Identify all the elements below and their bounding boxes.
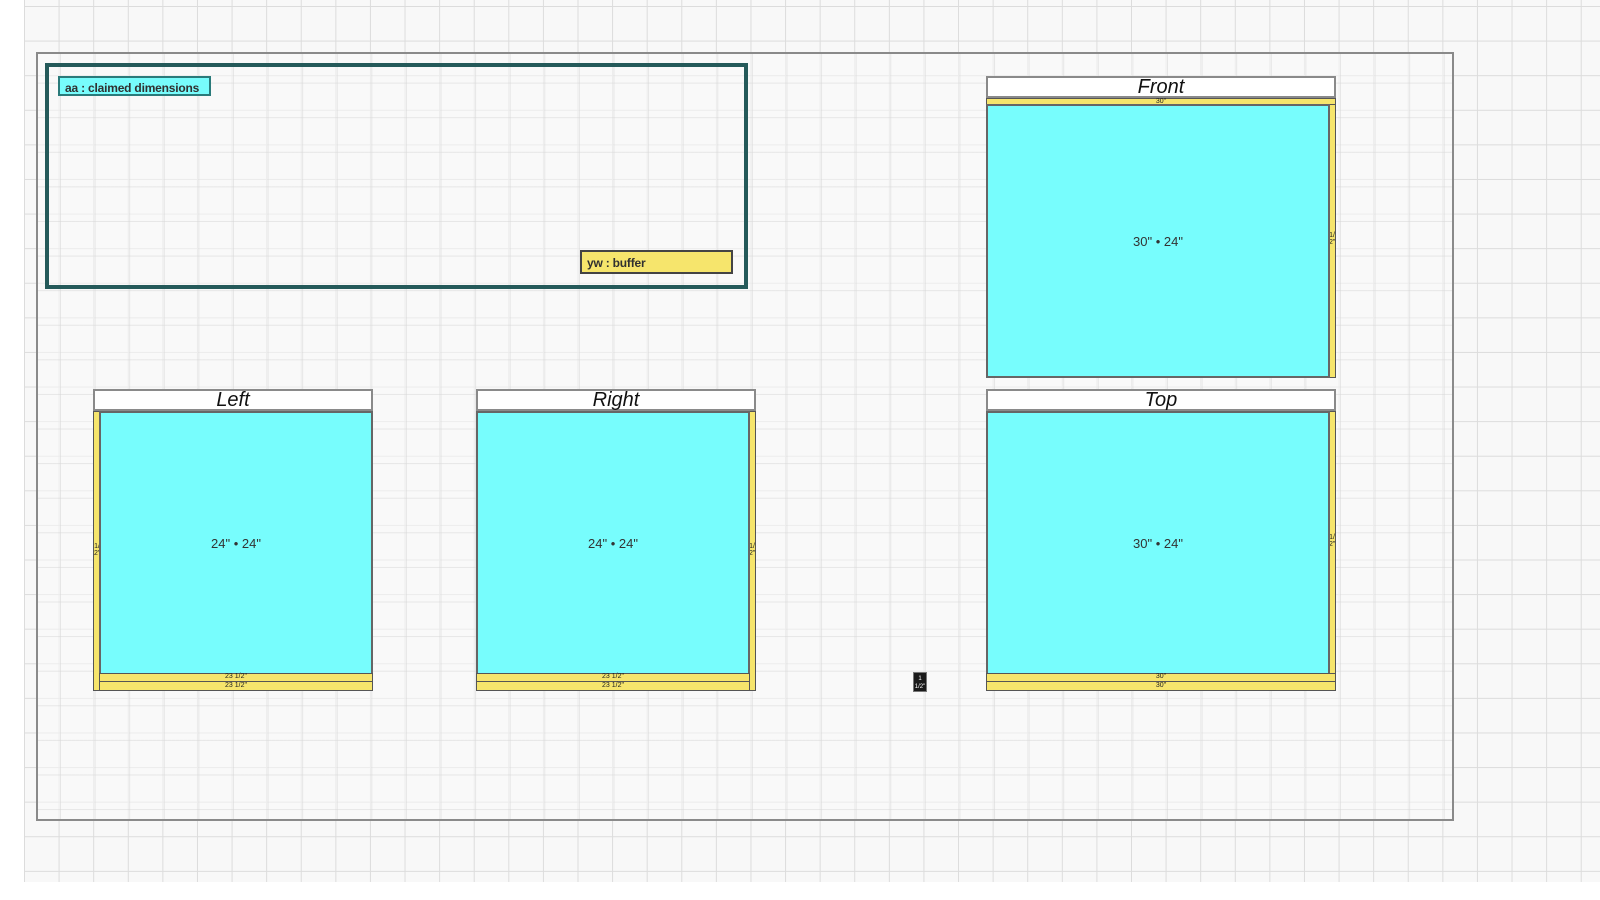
top-face-label: 30" • 24" — [1133, 535, 1183, 551]
top-bottom-dim-b: 30" — [1155, 682, 1167, 689]
left-bottom-dim-a: 23 1/2" — [225, 673, 247, 680]
right-face[interactable]: 24" • 24" — [476, 411, 750, 675]
right-bottom-dim-a: 23 1/2" — [602, 673, 624, 680]
left-face[interactable]: 24" • 24" — [99, 411, 373, 675]
marker-bottom-text: 1/2" — [914, 684, 926, 690]
legend-buffer[interactable]: yw : buffer — [580, 250, 733, 274]
view-title-front: Front — [986, 76, 1336, 98]
view-title-left: Left — [93, 389, 373, 411]
right-bottom-dim-b: 23 1/2" — [602, 682, 624, 689]
view-title-right: Right — [476, 389, 756, 411]
legend-claimed-dimensions[interactable]: aa : claimed dimensions — [58, 76, 211, 96]
left-bottom-dim-b: 23 1/2" — [225, 682, 247, 689]
view-title-top: Top — [986, 389, 1336, 411]
left-face-label: 24" • 24" — [211, 535, 261, 551]
top-face[interactable]: 30" • 24" — [986, 411, 1330, 675]
marker-top-text: 1 — [918, 676, 922, 682]
dimension-marker[interactable]: 1 1/2" — [913, 672, 927, 692]
front-face-label: 30" • 24" — [1133, 233, 1183, 249]
front-face[interactable]: 30" • 24" — [986, 104, 1330, 378]
right-face-label: 24" • 24" — [588, 535, 638, 551]
top-bottom-dim-a: 30" — [1155, 673, 1167, 680]
